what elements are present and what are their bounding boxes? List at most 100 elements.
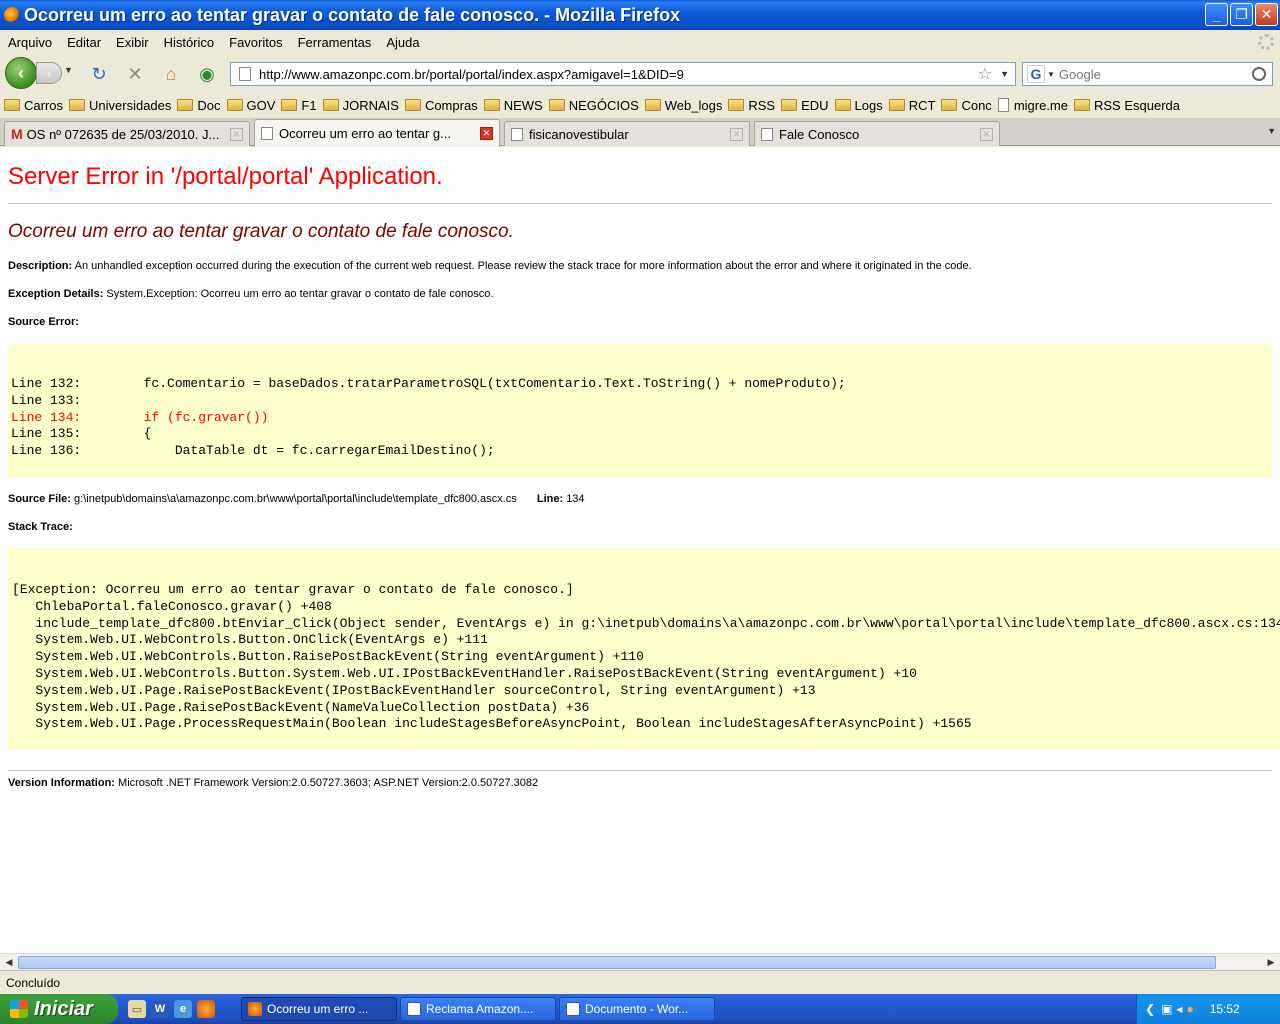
bookmarks-toolbar: Carros Universidades Doc GOV F1 JORNAIS Compra…	[0, 92, 1280, 118]
menu-exibir[interactable]: Exibir	[116, 35, 149, 50]
folder-icon	[322, 99, 339, 111]
bookmark-rss-esquerda[interactable]: RSS Esquerda	[1074, 98, 1180, 113]
tab-close-icon[interactable]: ✕	[230, 127, 243, 141]
tray-app-icon[interactable]: ●	[1186, 1002, 1193, 1016]
menu-editar[interactable]: Editar	[67, 35, 101, 50]
minimize-button[interactable]: _	[1205, 3, 1228, 26]
tab-close-icon[interactable]: ✕	[730, 127, 743, 141]
volume-icon[interactable]: ◂	[1176, 1002, 1182, 1016]
close-button[interactable]: ✕	[1255, 3, 1278, 26]
stack-trace-box: [Exception: Ocorreu um erro ao tentar gr…	[8, 548, 1280, 750]
menu-arquivo[interactable]: Arquivo	[8, 35, 52, 50]
quick-launch: ▭ W e	[128, 1000, 215, 1018]
bookmark-label: Web_logs	[664, 97, 723, 113]
folder-icon	[69, 99, 86, 111]
url-text[interactable]: http://www.amazonpc.com.br/portal/portal…	[259, 67, 978, 82]
folder-icon	[226, 99, 243, 111]
version-info: Version Information: Microsoft .NET Fram…	[8, 777, 538, 789]
navigation-toolbar: ‹ › ▼ ↻ ✕ ⌂ ◉ http://www.amazonpc.com.br…	[0, 54, 1280, 92]
code-line: Line 136: DataTable dt = fc.carregarEmai…	[11, 443, 495, 459]
bookmark-doc[interactable]: Doc	[177, 98, 221, 113]
bookmark-label: RCT	[908, 97, 936, 113]
word-icon[interactable]: W	[151, 1000, 169, 1018]
bookmark-compras[interactable]: Compras	[404, 97, 478, 113]
search-box[interactable]: G ▼	[1022, 62, 1273, 86]
bookmark-label: Logs	[854, 97, 883, 113]
windows-logo-icon	[10, 1000, 28, 1018]
bookmark-conc[interactable]: Conc	[941, 98, 992, 113]
search-icon[interactable]	[1252, 67, 1266, 81]
folder-icon	[548, 99, 565, 111]
menu-favoritos[interactable]: Favoritos	[229, 35, 282, 50]
google-engine-icon[interactable]: G	[1027, 65, 1045, 83]
maximize-button[interactable]: ❐	[1230, 3, 1253, 26]
page-icon	[261, 127, 273, 140]
taskbar-word-button-2[interactable]: Documento - Wor...	[559, 997, 715, 1021]
folder-icon	[4, 99, 20, 111]
tab-strip: M OS nº 072635 de 25/03/2010. J... ✕ Oco…	[0, 118, 1280, 147]
taskbar-firefox-button[interactable]: Ocorreu um erro ...	[241, 997, 397, 1021]
bookmark-rct[interactable]: RCT	[888, 97, 936, 113]
tab-close-icon[interactable]: ✕	[980, 127, 993, 141]
stack-line: System.Web.UI.WebControls.Button.RaisePo…	[12, 649, 644, 665]
tab-gmail[interactable]: M OS nº 072635 de 25/03/2010. J... ✕	[4, 121, 250, 146]
folder-icon	[404, 99, 421, 111]
source-error-label: Source Error:	[8, 316, 79, 328]
back-button[interactable]: ‹	[5, 57, 37, 89]
start-button[interactable]: Iniciar	[0, 994, 118, 1024]
folder-icon	[834, 99, 851, 111]
tab-fale-conosco[interactable]: Fale Conosco ✕	[754, 121, 1000, 146]
scroll-right-icon[interactable]: ▶	[1263, 955, 1279, 970]
engine-dropdown-icon[interactable]: ▼	[1047, 70, 1055, 79]
menu-ferramentas[interactable]: Ferramentas	[298, 35, 372, 50]
bookmark-f1[interactable]: F1	[281, 98, 317, 113]
taskbar-word-button-1[interactable]: Reclama Amazon....	[400, 997, 556, 1021]
scrollbar-thumb[interactable]	[18, 956, 1216, 969]
tray-expand-icon[interactable]: ❮	[1145, 1002, 1155, 1016]
bookmark-rss[interactable]: RSS	[728, 98, 775, 113]
bookmark-neg-cios[interactable]: NEGÓCIOS	[548, 97, 639, 113]
folder-icon	[281, 99, 298, 111]
taskbar-button-label: Ocorreu um erro ...	[267, 1002, 369, 1016]
bookmark-jornais[interactable]: JORNAIS	[322, 98, 399, 113]
bookmark-news[interactable]: NEWS	[483, 98, 543, 113]
bookmark-gov[interactable]: GOV	[226, 98, 275, 113]
url-dropdown-icon[interactable]: ▼	[1000, 69, 1009, 79]
reload-icon[interactable]: ↻	[88, 63, 110, 85]
scroll-left-icon[interactable]: ◀	[1, 955, 17, 970]
bookmark-edu[interactable]: EDU	[781, 98, 829, 113]
tab-list-dropdown-icon[interactable]: ▼	[1267, 126, 1276, 136]
page-icon	[239, 67, 251, 81]
bookmark-label: Carros	[24, 97, 64, 113]
browser-icon[interactable]: e	[174, 1000, 192, 1018]
addon-icon[interactable]: ◉	[196, 63, 218, 85]
explorer-icon[interactable]: ▭	[128, 1000, 146, 1018]
search-input[interactable]	[1058, 66, 1252, 82]
address-bar[interactable]: http://www.amazonpc.com.br/portal/portal…	[230, 62, 1016, 86]
horizontal-scrollbar[interactable]: ◀ ▶	[0, 953, 1280, 970]
bookmark-label: Compras	[424, 97, 478, 113]
menu-ajuda[interactable]: Ajuda	[386, 35, 419, 50]
home-icon[interactable]: ⌂	[160, 63, 182, 85]
bookmark-logs[interactable]: Logs	[834, 97, 883, 113]
history-dropdown-icon[interactable]: ▼	[64, 65, 73, 75]
menu-historico[interactable]: Histórico	[164, 35, 215, 50]
tab-close-icon[interactable]: ✕	[480, 127, 493, 140]
firefox-quick-icon[interactable]	[197, 1000, 215, 1018]
window-titlebar[interactable]: Ocorreu um erro ao tentar gravar o conta…	[0, 0, 1280, 30]
network-icon[interactable]: ▣	[1161, 1002, 1172, 1016]
tab-fisicanovestibular[interactable]: fisicanovestibular ✕	[504, 121, 750, 146]
word-doc-icon	[407, 1002, 421, 1016]
bookmark-universidades[interactable]: Universidades	[69, 98, 171, 113]
clock[interactable]: 15:52	[1210, 1002, 1240, 1016]
bookmark-label: NEGÓCIOS	[568, 97, 639, 113]
bookmark-carros[interactable]: Carros	[4, 98, 63, 113]
bookmark-label: RSS	[748, 97, 776, 113]
forward-button[interactable]: ›	[36, 62, 62, 84]
exception-label: Exception Details:	[8, 288, 104, 300]
bookmark-migre-me[interactable]: migre.me	[997, 98, 1068, 113]
stop-icon[interactable]: ✕	[124, 63, 146, 85]
bookmark-web-logs[interactable]: Web_logs	[644, 97, 723, 113]
tab-error-page[interactable]: Ocorreu um erro ao tentar g... ✕	[254, 119, 500, 147]
bookmark-star-icon[interactable]: ☆	[978, 64, 992, 84]
